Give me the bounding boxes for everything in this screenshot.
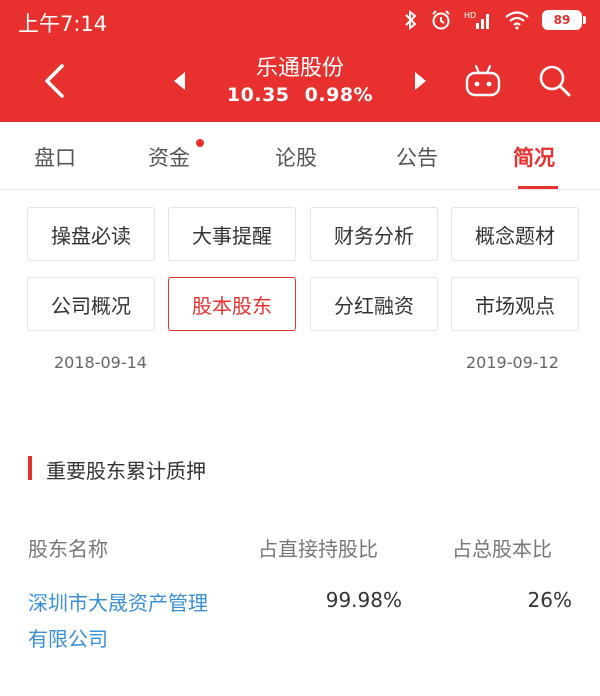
stock-change: 0.98%: [304, 84, 374, 106]
signal-icon: HD: [464, 10, 492, 30]
active-tab-indicator: [518, 186, 558, 189]
notification-dot: [196, 139, 204, 147]
triangle-right-icon: [415, 72, 426, 90]
tab-pankou[interactable]: 盘口: [34, 142, 76, 172]
wifi-icon: [504, 10, 530, 30]
back-button[interactable]: [34, 58, 74, 104]
btn-caopan-bidu[interactable]: 操盘必读: [27, 207, 155, 261]
section-accent-bar: [28, 456, 32, 480]
stock-price: 10.35: [226, 84, 290, 106]
btn-dashi-tixing[interactable]: 大事提醒: [168, 207, 296, 261]
column-header-total-ratio: 占总股本比: [452, 537, 552, 561]
status-bar: 上午7:14 HD 89: [0, 0, 600, 40]
triangle-left-icon: [174, 72, 185, 90]
nav-row: 乐通股份 10.35 0.98%: [0, 40, 600, 122]
btn-guben-gudong[interactable]: 股本股东: [168, 277, 296, 331]
tab-zijin[interactable]: 资金: [148, 142, 190, 172]
battery-level: 89: [542, 10, 582, 30]
btn-gongsi-gaikuang[interactable]: 公司概况: [27, 277, 155, 331]
tab-lungu[interactable]: 论股: [275, 142, 317, 172]
prev-stock-button[interactable]: [166, 66, 192, 96]
btn-caiwu-fenxi[interactable]: 财务分析: [310, 207, 438, 261]
battery-tip: [583, 16, 586, 24]
shareholder-name-link[interactable]: 深圳市大晟资产管理有限公司: [28, 585, 208, 657]
battery-indicator: 89: [542, 10, 586, 30]
status-time: 上午7:14: [18, 12, 108, 36]
btn-shichang-guandian[interactable]: 市场观点: [451, 277, 579, 331]
direct-ratio-value: 99.98%: [325, 588, 402, 612]
stock-detail-tabs: 盘口 资金 论股 公告 简况: [0, 122, 600, 190]
bluetooth-icon: [404, 10, 418, 30]
section-title: 重要股东累计质押: [46, 459, 206, 483]
stock-quote: 10.35 0.98%: [200, 84, 400, 106]
date-end[interactable]: 2019-09-12: [466, 353, 559, 372]
next-stock-button[interactable]: [408, 66, 434, 96]
search-button[interactable]: [535, 60, 575, 102]
btn-fenhong-rongzi[interactable]: 分红融资: [310, 277, 438, 331]
status-icons: HD 89: [404, 8, 586, 32]
tab-jiankuang[interactable]: 简况: [513, 142, 555, 172]
robot-assistant-button[interactable]: [463, 60, 503, 102]
search-icon: [539, 65, 571, 97]
chevron-left-icon: [45, 64, 64, 98]
robot-icon: [465, 64, 501, 97]
column-header-name: 股东名称: [28, 537, 108, 561]
column-header-direct-ratio: 占直接持股比: [258, 537, 378, 561]
btn-gainian-ticai[interactable]: 概念题材: [451, 207, 579, 261]
alarm-icon: [430, 9, 452, 31]
app-header: 上午7:14 HD 89 乐通股份 10.35 0.98%: [0, 0, 600, 122]
tab-gonggao[interactable]: 公告: [396, 142, 438, 172]
date-start[interactable]: 2018-09-14: [54, 353, 147, 372]
stock-name: 乐通股份: [255, 56, 344, 81]
total-ratio-value: 26%: [527, 588, 572, 612]
svg-text:HD: HD: [464, 11, 476, 20]
